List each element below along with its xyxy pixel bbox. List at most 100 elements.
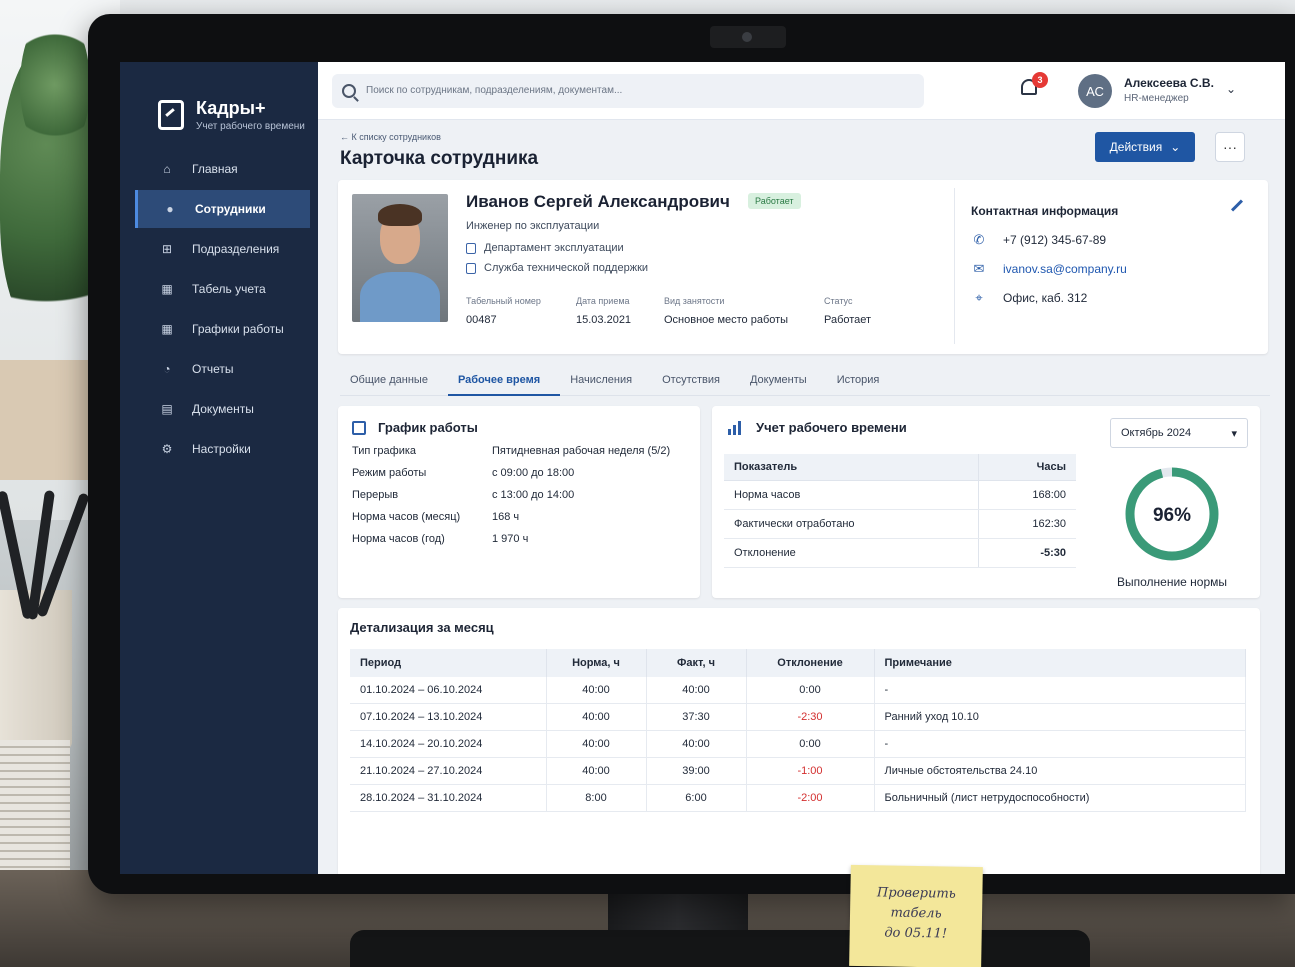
table-cell: 01.10.2024 – 06.10.2024	[350, 677, 547, 704]
table-cell: 40:00	[546, 703, 647, 731]
sidebar-item-schedules[interactable]: ▦ Графики работы	[120, 310, 318, 348]
calendar-icon: ▦	[161, 322, 173, 336]
table-cell: 40:00	[646, 677, 747, 704]
table-cell: -	[874, 730, 1246, 758]
report-icon: ◔	[163, 362, 171, 376]
timecard-table: Показатель Часы Норма часов 168:00 Фактич…	[724, 454, 1076, 568]
sticky-line: табель	[890, 905, 942, 922]
app-logo[interactable]: Кадры+ Учет рабочего времени	[120, 62, 318, 150]
field-hire-date: Дата приема 15.03.2021	[576, 296, 631, 326]
schedule-value: с 13:00 до 14:00	[492, 489, 575, 501]
plant-leaves	[20, 10, 90, 160]
calendar-icon: ▦	[161, 282, 173, 296]
schedule-value: Пятидневная рабочая неделя (5/2)	[492, 445, 671, 457]
table-cell: Фактически отработано	[724, 509, 979, 539]
completion-gauge: 96% Выполнение нормы	[1112, 464, 1232, 589]
org-icon: ⊞	[161, 242, 173, 256]
sidebar-item-label: Графики работы	[192, 322, 284, 336]
schedule-value: 1 970 ч	[492, 533, 529, 545]
tab-general[interactable]: Общие данные	[340, 366, 448, 396]
field-value: 00487	[466, 314, 497, 326]
caret-down-icon: ▾	[1231, 427, 1237, 440]
tab-accruals[interactable]: Начисления	[560, 366, 652, 396]
bar-chart-icon	[728, 420, 744, 435]
sidebar: Кадры+ Учет рабочего времени ⌂ Главная ●…	[120, 62, 318, 874]
sidebar-item-label: Сотрудники	[195, 202, 266, 216]
col-hours: Часы	[977, 454, 1076, 481]
notifications-button[interactable]: 3	[1018, 72, 1048, 100]
table-cell: 21.10.2024 – 27.10.2024	[350, 757, 547, 785]
phone-icon: ✆	[973, 232, 985, 247]
tab-history[interactable]: История	[827, 366, 900, 396]
email-link[interactable]: ivanov.sa@company.ru	[1003, 262, 1127, 276]
schedule-key: Норма часов (год)	[352, 533, 445, 545]
table-cell: 39:00	[646, 757, 747, 785]
sidebar-item-settings[interactable]: ⚙ Настройки	[120, 430, 318, 468]
building-icon	[466, 262, 476, 274]
sidebar-item-departments[interactable]: ⊞ Подразделения	[120, 230, 318, 268]
sticky-line: до 05.11!	[884, 925, 948, 942]
employee-photo	[352, 194, 448, 322]
field-personnel-number: Табельный номер 00487	[466, 296, 541, 326]
table-cell: -2:30	[746, 703, 875, 731]
tab-working-time[interactable]: Рабочее время	[447, 366, 561, 396]
home-icon: ⌂	[163, 162, 171, 176]
detail-table: Период Норма, ч Факт, ч Отклонение Приме…	[350, 649, 1246, 812]
table-cell: 37:30	[646, 703, 747, 731]
app-subtitle: Учет рабочего времени	[196, 121, 305, 132]
sidebar-item-home[interactable]: ⌂ Главная	[120, 150, 318, 188]
department-label: Департамент эксплуатации	[484, 242, 624, 254]
month-select[interactable]: Октябрь 2024 ▾	[1110, 418, 1248, 448]
sticky-note: Проверить табель до 05.11!	[849, 864, 983, 967]
table-cell: Норма часов	[724, 480, 979, 510]
actions-button[interactable]: Действия ⌄	[1095, 132, 1195, 162]
chevron-down-icon: ⌄	[1170, 140, 1181, 154]
timecard-title-text: Учет рабочего времени	[756, 420, 907, 435]
contact-phone: ✆ +7 (912) 345-67-89	[971, 232, 1244, 247]
chevron-down-icon[interactable]: ⌄	[1226, 82, 1236, 96]
detail-title: Детализация за месяц	[350, 620, 494, 635]
search-icon	[342, 83, 356, 98]
schedule-value: с 09:00 до 18:00	[492, 467, 575, 479]
table-cell: 168:00	[977, 480, 1076, 510]
gear-icon: ⚙	[161, 442, 173, 456]
table-row: 14.10.2024 – 20.10.2024 40:00 40:00 0:00-	[350, 730, 1246, 758]
detail-table-body: 01.10.2024 – 06.10.2024 40:00 40:00 0:00-07…	[350, 677, 1246, 812]
table-cell: -	[874, 677, 1246, 704]
table-cell: Ранний уход 10.10	[874, 703, 1246, 731]
schedule-row: Режим работы с 09:00 до 18:00	[352, 467, 686, 479]
sidebar-item-timesheet[interactable]: ▦ Табель учета	[120, 270, 318, 308]
logo-icon	[158, 100, 184, 130]
field-value: 15.03.2021	[576, 314, 632, 326]
field-label: Дата приема	[576, 296, 630, 306]
month-value: Октябрь 2024	[1121, 427, 1192, 439]
field-label: Вид занятости	[664, 296, 725, 306]
schedule-key: Норма часов (месяц)	[352, 511, 461, 523]
contact-office: ⌖ Офис, каб. 312	[971, 290, 1244, 305]
employee-name: Иванов Сергей Александрович	[466, 192, 730, 211]
calendar-icon	[352, 420, 366, 435]
search-input[interactable]	[366, 85, 906, 96]
app-name: Кадры+	[196, 98, 266, 118]
table-cell: -5:30	[977, 538, 1076, 568]
avatar[interactable]: АС	[1078, 74, 1112, 108]
contacts-title: Контактная информация	[971, 204, 1119, 218]
more-button[interactable]: ···	[1215, 132, 1245, 162]
service-label: Служба технической поддержки	[484, 262, 649, 274]
main-area: 3 АС Алексеева С.В. HR-менеджер ⌄ ← К сп…	[318, 62, 1285, 874]
schedule-title: График работы	[352, 420, 686, 435]
col-period: Период	[350, 649, 547, 677]
search-box[interactable]	[332, 73, 924, 108]
sidebar-item-documents[interactable]: ▤ Документы	[120, 390, 318, 428]
user-menu[interactable]: Алексеева С.В. HR-менеджер	[1124, 76, 1214, 104]
tab-documents[interactable]: Документы	[740, 366, 827, 396]
sidebar-item-reports[interactable]: ◔ Отчеты	[120, 350, 318, 388]
sidebar-item-employees[interactable]: ● Сотрудники	[135, 190, 310, 228]
table-row: 01.10.2024 – 06.10.2024 40:00 40:00 0:00-	[350, 677, 1246, 704]
webcam	[710, 26, 786, 48]
users-icon: ●	[166, 202, 174, 216]
col-note: Примечание	[874, 649, 1246, 677]
tab-absences[interactable]: Отсутствия	[652, 366, 740, 396]
col-deviation: Отклонение	[746, 649, 875, 677]
sidebar-item-label: Подразделения	[192, 242, 280, 256]
